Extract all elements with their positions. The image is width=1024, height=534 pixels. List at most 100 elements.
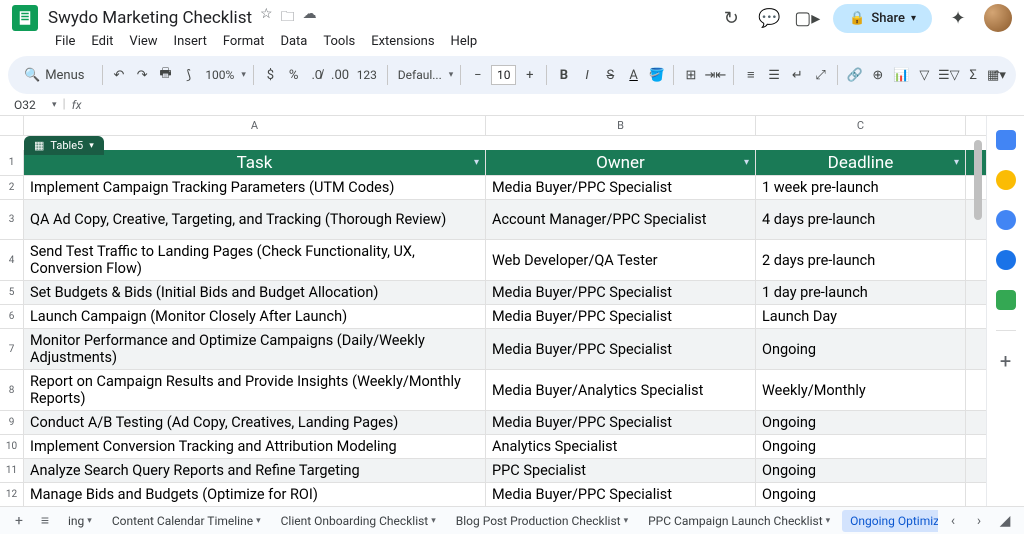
star-icon[interactable]: ☆ bbox=[260, 6, 273, 30]
decrease-font-button[interactable]: − bbox=[468, 64, 487, 86]
table-row[interactable]: 11Analyze Search Query Reports and Refin… bbox=[0, 459, 986, 483]
menu-help[interactable]: Help bbox=[444, 32, 485, 51]
menu-insert[interactable]: Insert bbox=[167, 32, 214, 51]
cell-owner[interactable]: Media Buyer/PPC Specialist bbox=[486, 411, 756, 434]
col-header-a[interactable]: A bbox=[24, 116, 486, 135]
table-row[interactable]: 8Report on Campaign Results and Provide … bbox=[0, 370, 986, 411]
cell-owner[interactable]: Account Manager/PPC Specialist bbox=[486, 200, 756, 239]
row-header[interactable]: 4 bbox=[0, 240, 24, 280]
row-header[interactable]: 12 bbox=[0, 483, 24, 506]
link-button[interactable]: 🔗 bbox=[845, 64, 864, 86]
history-icon[interactable]: ↻ bbox=[719, 6, 743, 30]
row-header[interactable]: 11 bbox=[0, 459, 24, 482]
contacts-icon[interactable] bbox=[996, 250, 1016, 270]
chevron-down-icon[interactable]: ▾ bbox=[954, 157, 959, 168]
chevron-down-icon[interactable]: ▾ bbox=[87, 516, 92, 526]
row-header-1[interactable]: 1 bbox=[0, 150, 24, 175]
print-button[interactable]: 🖶 bbox=[156, 64, 175, 86]
cell-owner[interactable]: Analytics Specialist bbox=[486, 435, 756, 458]
cell-deadline[interactable]: Launch Day bbox=[756, 305, 966, 328]
menu-tools[interactable]: Tools bbox=[316, 32, 362, 51]
scroll-tabs-right[interactable]: › bbox=[968, 510, 990, 532]
italic-button[interactable]: I bbox=[577, 64, 596, 86]
row-header[interactable]: 5 bbox=[0, 281, 24, 304]
sheets-app-icon[interactable] bbox=[12, 5, 38, 31]
meet-icon[interactable]: ▢▸ bbox=[795, 6, 819, 30]
scroll-tabs-left[interactable]: ‹ bbox=[942, 510, 964, 532]
chevron-down-icon[interactable]: ▾ bbox=[256, 516, 261, 526]
undo-button[interactable]: ↶ bbox=[109, 64, 128, 86]
select-all-corner[interactable] bbox=[0, 116, 24, 135]
share-button[interactable]: 🔒 Share ▾ bbox=[833, 4, 932, 33]
table-row[interactable]: 2Implement Campaign Tracking Parameters … bbox=[0, 176, 986, 200]
row-header[interactable]: 10 bbox=[0, 435, 24, 458]
cloud-status-icon[interactable]: ☁ bbox=[303, 6, 317, 30]
row-header[interactable]: 8 bbox=[0, 370, 24, 410]
font-select[interactable]: Defaul... bbox=[395, 68, 445, 82]
table-chip[interactable]: ▦ Table5 ▾ bbox=[24, 136, 104, 155]
gemini-icon[interactable]: ✦ bbox=[946, 6, 970, 30]
v-align-button[interactable]: ☰ bbox=[764, 64, 783, 86]
zoom-select[interactable]: 100% bbox=[202, 68, 237, 82]
redo-button[interactable]: ↷ bbox=[133, 64, 152, 86]
row-header[interactable]: 7 bbox=[0, 329, 24, 369]
cell-owner[interactable]: Media Buyer/Analytics Specialist bbox=[486, 370, 756, 410]
table-row[interactable]: 6Launch Campaign (Monitor Closely After … bbox=[0, 305, 986, 329]
chevron-down-icon[interactable]: ▾ bbox=[744, 157, 749, 168]
cell-task[interactable]: Implement Conversion Tracking and Attrib… bbox=[24, 435, 486, 458]
sheet-tab[interactable]: ing▾ bbox=[60, 510, 100, 532]
cell-task[interactable]: QA Ad Copy, Creative, Targeting, and Tra… bbox=[24, 200, 486, 239]
currency-button[interactable]: $ bbox=[261, 64, 280, 86]
filter-views-button[interactable]: ☰▽ bbox=[938, 64, 960, 86]
cell-deadline[interactable]: 2 days pre-launch bbox=[756, 240, 966, 280]
move-icon[interactable]: 🗀 bbox=[281, 6, 295, 30]
header-deadline[interactable]: Deadline▾ bbox=[756, 150, 966, 175]
search-menus[interactable]: 🔍Menus bbox=[18, 64, 95, 87]
paint-format-button[interactable]: ⟆ bbox=[179, 64, 198, 86]
keep-icon[interactable] bbox=[996, 170, 1016, 190]
decrease-decimal-button[interactable]: .0̸ bbox=[307, 64, 326, 86]
collapse-toolbar-icon[interactable]: ⌃ bbox=[992, 68, 1002, 82]
chevron-down-icon[interactable]: ▾ bbox=[474, 157, 479, 168]
comments-icon[interactable]: 💬 bbox=[757, 6, 781, 30]
cell-deadline[interactable]: 1 day pre-launch bbox=[756, 281, 966, 304]
table-row[interactable]: 3QA Ad Copy, Creative, Targeting, and Tr… bbox=[0, 200, 986, 240]
chevron-down-icon[interactable]: ▾ bbox=[826, 516, 831, 526]
chart-button[interactable]: 📊 bbox=[891, 64, 910, 86]
h-align-button[interactable]: ≡ bbox=[741, 64, 760, 86]
maps-icon[interactable] bbox=[996, 290, 1016, 310]
cell-task[interactable]: Analyze Search Query Reports and Refine … bbox=[24, 459, 486, 482]
cell-task[interactable]: Monitor Performance and Optimize Campaig… bbox=[24, 329, 486, 369]
cell-task[interactable]: Launch Campaign (Monitor Closely After L… bbox=[24, 305, 486, 328]
borders-button[interactable]: ⊞ bbox=[681, 64, 700, 86]
vertical-scrollbar[interactable] bbox=[972, 140, 984, 400]
calendar-icon[interactable] bbox=[996, 130, 1016, 150]
menu-view[interactable]: View bbox=[122, 32, 164, 51]
menu-file[interactable]: File bbox=[48, 32, 82, 51]
user-avatar[interactable] bbox=[984, 4, 1012, 32]
cell-owner[interactable]: Media Buyer/PPC Specialist bbox=[486, 329, 756, 369]
cell-task[interactable]: Conduct A/B Testing (Ad Copy, Creatives,… bbox=[24, 411, 486, 434]
sheet-tab[interactable]: Content Calendar Timeline▾ bbox=[104, 510, 269, 532]
filter-button[interactable]: ▽ bbox=[915, 64, 934, 86]
merge-button[interactable]: ⇥⇤ bbox=[705, 64, 727, 86]
increase-decimal-button[interactable]: .00 bbox=[330, 64, 349, 86]
increase-font-button[interactable]: + bbox=[520, 64, 539, 86]
cell-owner[interactable]: PPC Specialist bbox=[486, 459, 756, 482]
sheet-tab[interactable]: Client Onboarding Checklist▾ bbox=[273, 510, 444, 532]
table-row[interactable]: 5Set Budgets & Bids (Initial Bids and Bu… bbox=[0, 281, 986, 305]
menu-edit[interactable]: Edit bbox=[84, 32, 120, 51]
table-row[interactable]: 4Send Test Traffic to Landing Pages (Che… bbox=[0, 240, 986, 281]
row-header[interactable]: 2 bbox=[0, 176, 24, 199]
row-header[interactable]: 3 bbox=[0, 200, 24, 239]
name-box[interactable]: O32 bbox=[8, 98, 52, 112]
sheet-tab[interactable]: PPC Campaign Launch Checklist▾ bbox=[640, 510, 838, 532]
format-123-button[interactable]: 123 bbox=[354, 68, 380, 82]
explore-button[interactable]: ◢ bbox=[994, 510, 1016, 532]
rotate-button[interactable]: ⤢ bbox=[811, 64, 830, 86]
cell-deadline[interactable]: Ongoing bbox=[756, 483, 966, 506]
cell-deadline[interactable]: Ongoing bbox=[756, 329, 966, 369]
cell-task[interactable]: Report on Campaign Results and Provide I… bbox=[24, 370, 486, 410]
menu-data[interactable]: Data bbox=[273, 32, 314, 51]
cell-deadline[interactable]: 4 days pre-launch bbox=[756, 200, 966, 239]
